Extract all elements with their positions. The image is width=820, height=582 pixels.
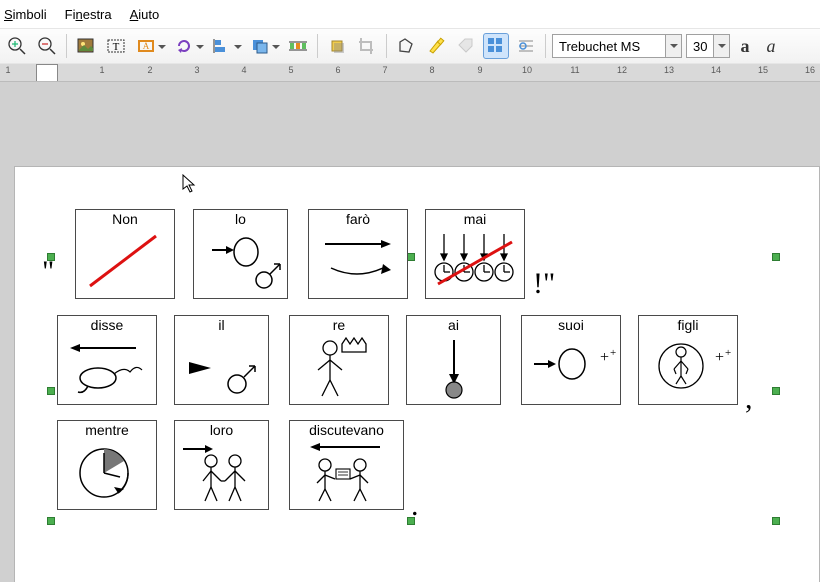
chevron-down-icon[interactable] [196,43,204,51]
crop-icon[interactable] [354,33,380,59]
selection-handle[interactable] [47,517,55,525]
bold-button[interactable]: a [734,36,756,57]
tile-suoi[interactable]: suoi + + [521,315,621,405]
tile-label: farò [309,210,407,228]
zoom-out-icon[interactable] [34,33,60,59]
tile-label: mentre [58,421,156,439]
svg-text:+: + [610,347,616,359]
page[interactable]: " !" , . Non lo [14,166,820,582]
align-icon[interactable] [209,33,235,59]
tile-label: lo [194,210,287,228]
font-size-combo[interactable]: 30 [686,34,730,58]
symbol-discussed-icon [290,439,403,582]
tile-label: loro [175,421,268,439]
svg-text:+: + [725,347,731,359]
open-quote: " [42,255,54,289]
toolbar-separator [317,34,318,58]
tile-label: figli [639,316,737,334]
chevron-down-icon[interactable] [665,35,681,57]
menu-simboli[interactable]: Simboli [4,7,47,22]
toolbar: T A Trebuchet MS [0,28,820,64]
toolbar-separator [386,34,387,58]
comma: , [745,382,753,416]
tile-label: discutevano [290,421,403,439]
selection-handle[interactable] [772,517,780,525]
svg-text:A: A [143,41,150,51]
tile-label: mai [426,210,524,228]
tile-discutevano[interactable]: discutevano [289,420,404,510]
tag-icon[interactable] [453,33,479,59]
tile-figli[interactable]: figli + + [638,315,738,405]
highlighter-icon[interactable] [423,33,449,59]
tile-loro[interactable]: loro [174,420,269,510]
chevron-down-icon[interactable] [272,43,280,51]
bang-close-quote: !" [533,267,555,301]
zoom-in-icon[interactable] [4,33,30,59]
workspace[interactable]: " !" , . Non lo [0,82,820,582]
svg-text:+: + [715,349,724,366]
tile-mentre[interactable]: mentre [57,420,157,510]
tile-ai[interactable]: ai [406,315,501,405]
font-name-combo[interactable]: Trebuchet MS [552,34,682,58]
selection-handle[interactable] [47,387,55,395]
ruler-indent-marker[interactable] [36,64,58,82]
tile-label: suoi [522,316,620,334]
text-box-icon[interactable]: T [103,33,129,59]
font-size-value: 30 [687,39,713,54]
toolbar-separator [66,34,67,58]
tile-label: ai [407,316,500,334]
symbol-children-icon: + + [639,334,737,487]
rotate-icon[interactable] [171,33,197,59]
frame-icon[interactable]: A [133,33,159,59]
selection-handle[interactable] [772,253,780,261]
snap-icon[interactable] [513,33,539,59]
tile-label: Non [76,210,174,228]
selection-handle[interactable] [772,387,780,395]
tile-label: il [175,316,268,334]
selection-handle[interactable] [407,253,415,261]
toolbar-separator [545,34,546,58]
period: . [411,489,419,523]
tile-label: re [290,316,388,334]
tile-lo[interactable]: lo [193,209,288,299]
symbol-while-icon [58,439,156,582]
svg-text:T: T [113,41,120,53]
grid-icon[interactable] [483,33,509,59]
shadow-icon[interactable] [324,33,350,59]
image-icon[interactable] [73,33,99,59]
tile-re[interactable]: re [289,315,389,405]
svg-text:+: + [600,349,609,366]
tile-disse[interactable]: disse [57,315,157,405]
tile-faro[interactable]: farò [308,209,408,299]
chevron-down-icon[interactable] [158,43,166,51]
arrange-icon[interactable] [247,33,273,59]
horizontal-ruler[interactable]: 112345678910111213141516 [0,64,820,82]
tile-il[interactable]: il [174,315,269,405]
menu-bar: Simboli Finestra Aiuto [0,0,820,28]
symbol-to-icon [407,334,500,487]
font-name-value: Trebuchet MS [553,39,665,54]
distribute-icon[interactable] [285,33,311,59]
tile-label: disse [58,316,156,334]
symbol-they-icon [175,439,268,582]
symbol-his-icon: + + [522,334,620,487]
chevron-down-icon[interactable] [713,35,729,57]
menu-finestra[interactable]: Finestra [65,7,112,22]
italic-button[interactable]: a [760,36,782,57]
tile-non[interactable]: Non [75,209,175,299]
chevron-down-icon[interactable] [234,43,242,51]
polygon-icon[interactable] [393,33,419,59]
menu-aiuto[interactable]: Aiuto [130,7,160,22]
tile-mai[interactable]: mai [425,209,525,299]
